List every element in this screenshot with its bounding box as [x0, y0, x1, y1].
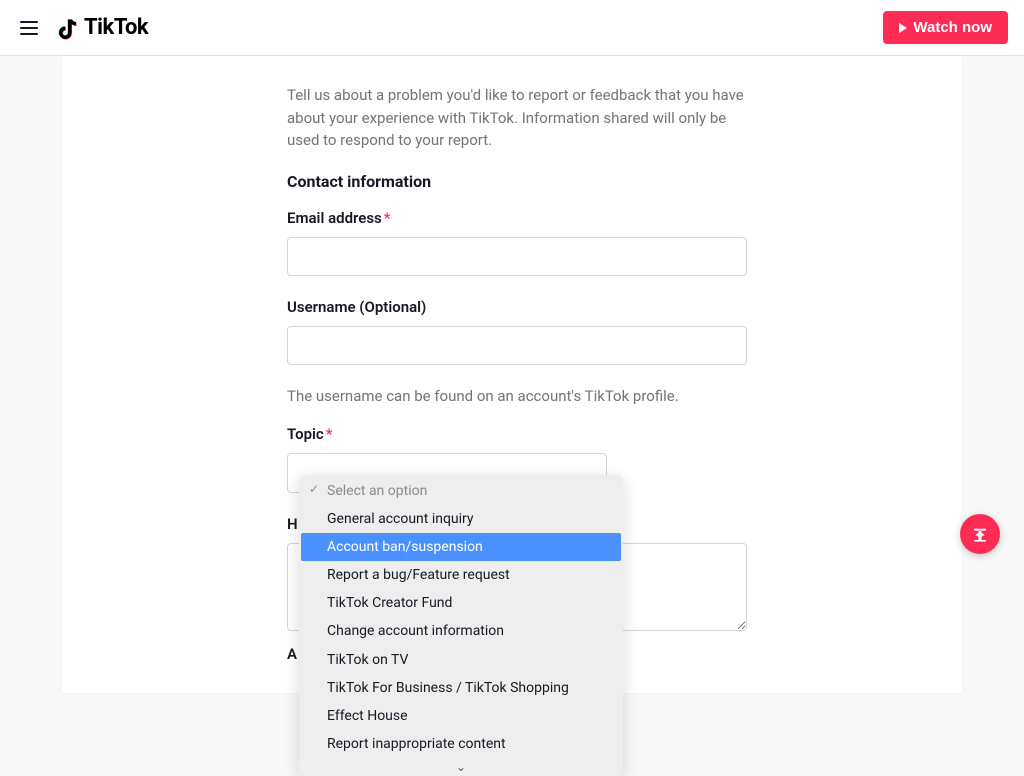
username-input[interactable] — [287, 326, 747, 365]
dropdown-option[interactable]: Account ban/suspension — [301, 533, 621, 561]
scroll-to-top-button[interactable] — [960, 514, 1000, 554]
dropdown-option[interactable]: Report a bug/Feature request — [301, 561, 621, 589]
watch-now-label: Watch now — [913, 19, 992, 36]
topic-dropdown: Select an option General account inquiry… — [299, 475, 623, 776]
content-card: Tell us about a problem you'd like to re… — [62, 56, 962, 693]
menu-button[interactable] — [16, 17, 42, 39]
play-icon — [899, 23, 907, 33]
watch-now-button[interactable]: Watch now — [883, 11, 1008, 44]
topic-select-wrapper: Select an option General account inquiry… — [287, 453, 607, 493]
email-label: Email address* — [287, 209, 747, 227]
header-left: TikTok — [16, 15, 148, 40]
email-field-group: Email address* — [287, 209, 747, 282]
tiktok-note-icon — [58, 16, 82, 40]
dropdown-option[interactable]: Change account information — [301, 617, 621, 645]
arrow-up-icon — [971, 525, 989, 543]
dropdown-option[interactable]: Effect House — [301, 702, 621, 730]
dropdown-option[interactable]: TikTok Creator Fund — [301, 589, 621, 617]
required-indicator: * — [326, 425, 333, 443]
topic-label: Topic* — [287, 425, 747, 443]
dropdown-placeholder[interactable]: Select an option — [301, 477, 621, 505]
required-indicator: * — [384, 209, 391, 227]
email-input[interactable] — [287, 237, 747, 276]
report-form: Tell us about a problem you'd like to re… — [287, 84, 747, 663]
contact-section-title: Contact information — [287, 172, 747, 191]
dropdown-option[interactable]: TikTok For Business / TikTok Shopping — [301, 674, 621, 702]
dropdown-option[interactable]: TikTok on TV — [301, 646, 621, 674]
app-header: TikTok Watch now — [0, 0, 1024, 56]
username-field-group: Username (Optional) — [287, 298, 747, 371]
intro-text: Tell us about a problem you'd like to re… — [287, 84, 747, 152]
tiktok-logo[interactable]: TikTok — [58, 15, 148, 40]
brand-text: TikTok — [84, 15, 148, 40]
username-label: Username (Optional) — [287, 298, 747, 316]
dropdown-option[interactable]: Report inappropriate content — [301, 730, 621, 758]
topic-field-group: Topic* Select an option General account … — [287, 425, 747, 493]
dropdown-option[interactable]: General account inquiry — [301, 505, 621, 533]
username-helper: The username can be found on an account'… — [287, 387, 747, 405]
chevron-down-icon[interactable]: ⌄ — [301, 758, 621, 774]
